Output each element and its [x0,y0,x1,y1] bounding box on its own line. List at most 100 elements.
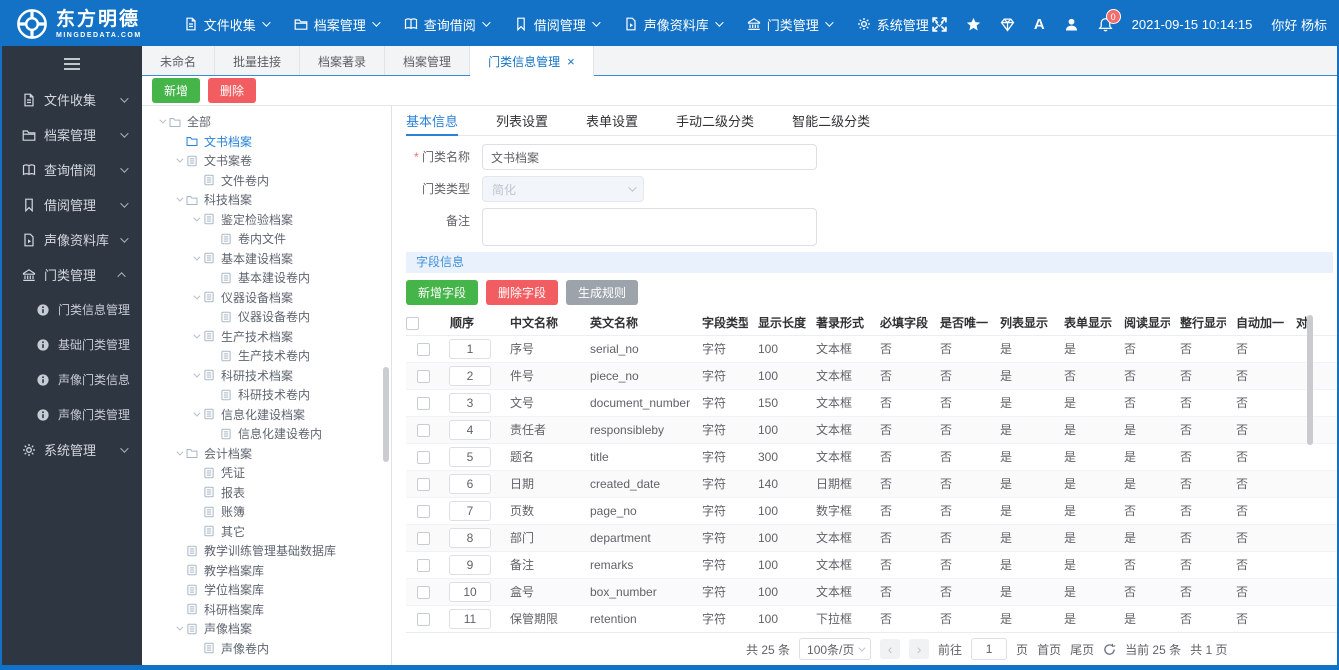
tree-item[interactable]: 声像卷内 [142,639,391,659]
next-page-button[interactable]: › [909,639,930,659]
topnav-file-collect[interactable]: 文件收集 [184,15,271,34]
tree-item[interactable]: 文书档案 [142,132,391,152]
caret-down-icon[interactable] [173,448,183,456]
delete-field-button[interactable]: 删除字段 [486,280,559,305]
order-input[interactable] [449,338,491,359]
notification-bell-icon[interactable]: 0 [1098,8,1121,32]
add-button[interactable]: 新增 [152,78,201,103]
caret-down-icon[interactable] [173,155,183,163]
row-checkbox[interactable] [416,396,430,410]
gem-icon[interactable] [1000,17,1015,32]
select-all-checkbox[interactable] [406,316,419,330]
close-tab-icon[interactable]: × [567,55,575,68]
sidebar-item-system-manage[interactable]: 系统管理 [2,432,142,467]
row-checkbox[interactable] [416,423,430,437]
caret-down-icon[interactable] [173,623,183,631]
order-input[interactable] [449,446,491,467]
doc-tab[interactable]: 档案管理 [385,46,471,76]
caret-down-icon[interactable] [190,214,200,222]
remark-textarea[interactable] [482,208,817,246]
order-input[interactable] [449,473,491,494]
sidebar-item-av-library[interactable]: 声像资料库 [2,222,142,257]
caret-down-icon[interactable] [190,370,200,378]
add-field-button[interactable]: 新增字段 [406,280,479,305]
row-checkbox[interactable] [416,450,430,464]
row-checkbox[interactable] [416,504,430,518]
caret-down-icon[interactable] [190,409,200,417]
doc-tab[interactable]: 档案著录 [300,46,386,76]
detail-tab[interactable]: 列表设置 [496,106,548,136]
tree-item[interactable]: 全部 [142,112,391,132]
tree-item[interactable]: 科研技术卷内 [142,385,391,405]
row-checkbox[interactable] [416,369,430,383]
user-icon[interactable] [1064,17,1079,32]
order-input[interactable] [449,419,491,440]
row-checkbox[interactable] [416,477,430,491]
tree-item[interactable]: 凭证 [142,463,391,483]
row-checkbox[interactable] [416,531,430,545]
caret-down-icon[interactable] [190,292,200,300]
tree-item[interactable]: 科研技术档案 [142,366,391,386]
sidebar-item-category-info-manage[interactable]: 门类信息管理 [2,292,142,327]
tree-item[interactable]: 鉴定检验档案 [142,210,391,230]
sidebar-item-archive-manage[interactable]: 档案管理 [2,117,142,152]
tree-item[interactable]: 生产技术档案 [142,327,391,347]
sidebar-item-file-collect[interactable]: 文件收集 [2,82,142,117]
category-name-input[interactable] [482,144,817,170]
refresh-icon[interactable] [1103,643,1116,656]
tree-item[interactable]: 科研档案库 [142,600,391,620]
tree-item[interactable]: 教学训练管理基础数据库 [142,541,391,561]
tree-item[interactable]: 会计档案 [142,444,391,464]
delete-button[interactable]: 删除 [208,78,257,103]
sidebar-item-av-category-manage[interactable]: 声像门类管理 [2,397,142,432]
topnav-archive-manage[interactable]: 档案管理 [294,15,381,34]
row-checkbox[interactable] [416,612,430,626]
tree-item[interactable]: 文件卷内 [142,171,391,191]
caret-down-icon[interactable] [190,253,200,261]
order-input[interactable] [449,500,491,521]
first-page-link[interactable]: 首页 [1037,641,1061,658]
tree-item[interactable]: 信息化建设档案 [142,405,391,425]
table-vscrollbar-thumb[interactable] [1307,315,1313,445]
topnav-av-library[interactable]: 声像资料库 [624,15,724,34]
doc-tab[interactable]: 门类信息管理 × [470,46,594,76]
tree-item[interactable]: 报表 [142,483,391,503]
sidebar-item-query-borrow[interactable]: 查询借阅 [2,152,142,187]
topnav-borrow-manage[interactable]: 借阅管理 [514,15,601,34]
tree-item[interactable]: 账簿 [142,502,391,522]
sidebar-item-basic-category-manage[interactable]: 基础门类管理 [2,327,142,362]
fullscreen-icon[interactable] [932,16,947,32]
doc-tab[interactable]: 批量挂接 [215,46,301,76]
row-checkbox[interactable] [416,558,430,572]
tree-item[interactable]: 学位档案库 [142,580,391,600]
tree-item[interactable]: 生产技术卷内 [142,346,391,366]
detail-tab[interactable]: 基本信息 [406,106,459,136]
detail-tab[interactable]: 智能二级分类 [792,106,870,136]
order-input[interactable] [449,365,491,386]
tree-item[interactable]: 卷内文件 [142,229,391,249]
row-checkbox[interactable] [416,585,430,599]
tree-item[interactable]: 仪器设备档案 [142,288,391,308]
prev-page-button[interactable]: ‹ [880,639,901,659]
tree-item[interactable]: 文书案卷 [142,151,391,171]
caret-down-icon[interactable] [156,116,166,124]
sidebar-item-borrow-manage[interactable]: 借阅管理 [2,187,142,222]
page-number-input[interactable] [971,638,1008,660]
caret-down-icon[interactable] [190,331,200,339]
topnav-system-manage[interactable]: 系统管理 [857,15,944,34]
tree-item[interactable]: 基本建设卷内 [142,268,391,288]
tree-item[interactable]: 声像档案 [142,619,391,639]
tree-item[interactable]: 信息化建设卷内 [142,424,391,444]
caret-down-icon[interactable] [173,194,183,202]
detail-tab[interactable]: 表单设置 [586,106,638,136]
tree-item[interactable]: 仪器设备卷内 [142,307,391,327]
topnav-category-manage[interactable]: 门类管理 [747,15,834,34]
user-greeting[interactable]: 你好 杨标 [1271,15,1327,34]
font-size-icon[interactable]: A [1034,16,1045,33]
doc-tab[interactable]: 未命名 [142,46,216,76]
tree-scrollbar-thumb[interactable] [383,367,389,462]
order-input[interactable] [449,581,491,602]
sidebar-item-category-manage[interactable]: 门类管理 [2,257,142,292]
sidebar-item-av-category-info[interactable]: 声像门类信息 [2,362,142,397]
tree-item[interactable]: 科技档案 [142,190,391,210]
